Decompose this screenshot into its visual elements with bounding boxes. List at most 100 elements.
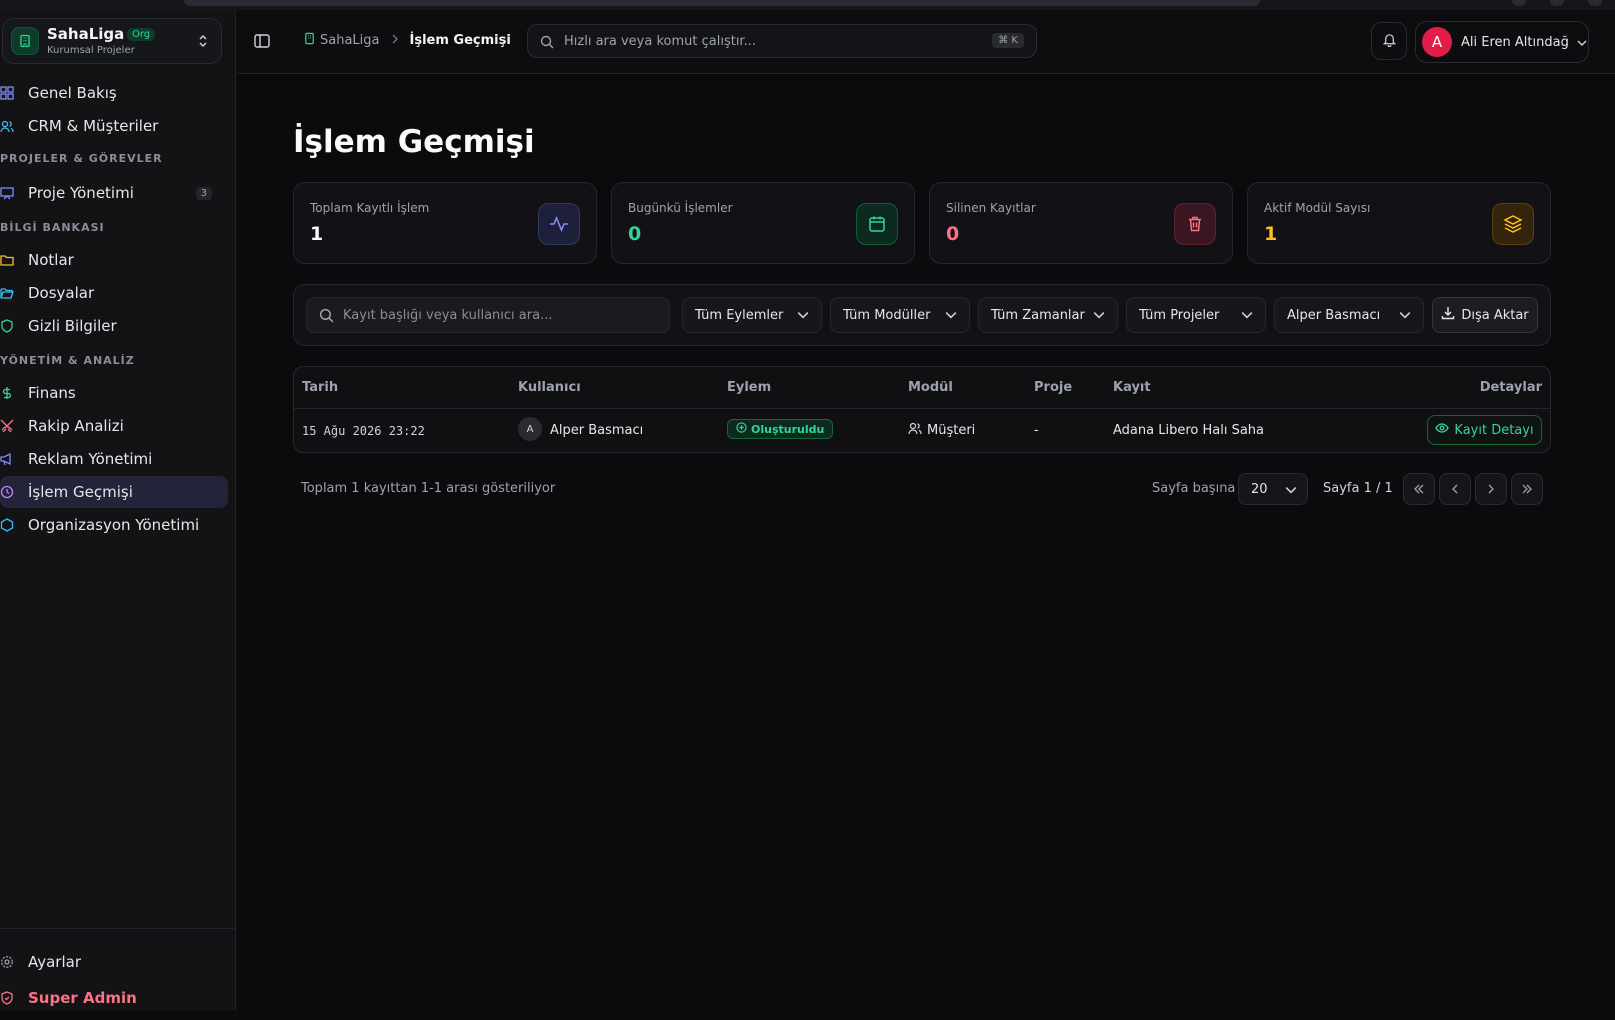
status-badge-label: Oluşturuldu (751, 422, 825, 436)
sidebar-item-notes[interactable]: Notlar (0, 244, 228, 276)
window-control-icon[interactable] (1588, 0, 1602, 6)
select-value: Tüm Eylemler (695, 307, 784, 323)
sidebar-item-label: Proje Yönetimi (28, 184, 134, 202)
stat-value: 1 (310, 223, 324, 245)
chevrons-right-icon (1521, 480, 1533, 499)
eye-icon (1435, 421, 1450, 439)
swords-icon (0, 419, 14, 433)
search-placeholder: Kayıt başlığı veya kullanıcı ara... (343, 308, 553, 323)
sidebar-item-settings[interactable]: Ayarlar (0, 946, 228, 978)
row-module: Müşteri (908, 421, 975, 439)
select-value: 20 (1251, 481, 1268, 497)
column-header[interactable]: Eylem (727, 380, 771, 395)
org-switcher[interactable]: SahaLiga Org Kurumsal Projeler (2, 18, 222, 64)
sidebar-toggle-icon[interactable] (253, 32, 271, 50)
per-page-select[interactable]: 20 (1238, 473, 1308, 505)
window-control-icon[interactable] (1550, 0, 1564, 6)
org-subtitle: Kurumsal Projeler (47, 45, 135, 56)
chevron-down-icon (945, 309, 957, 325)
breadcrumb-current: İşlem Geçmişi (409, 33, 511, 48)
chevron-down-icon (797, 309, 809, 325)
megaphone-icon (0, 452, 14, 466)
last-page-button[interactable] (1511, 473, 1543, 505)
sidebar-item-label: İşlem Geçmişi (28, 483, 133, 501)
top-header: SahaLiga İşlem Geçmişi Hızlı ara veya ko… (237, 10, 1615, 74)
sidebar-item-label: Gizli Bilgiler (28, 317, 117, 335)
table-header: Tarih Kullanıcı Eylem Modül Proje Kayıt … (294, 367, 1550, 409)
shield-check-icon (0, 991, 14, 1005)
divider (0, 928, 236, 929)
stat-value: 1 (1264, 223, 1278, 245)
sidebar-item-label: Rakip Analizi (28, 417, 124, 435)
sidebar-item-ads[interactable]: Reklam Yönetimi (0, 443, 228, 475)
breadcrumb-home[interactable]: SahaLiga (303, 32, 380, 49)
shield-icon (0, 319, 14, 333)
stat-label: Bugünkü İşlemler (628, 201, 733, 215)
nav-section-title: BİLGİ BANKASI (0, 221, 105, 234)
module-filter-select[interactable]: Tüm Modüller (830, 297, 970, 333)
sidebar-item-label: Genel Bakış (28, 84, 117, 102)
sidebar-item-label: Reklam Yönetimi (28, 450, 153, 468)
project-filter-select[interactable]: Tüm Projeler (1126, 297, 1266, 333)
sidebar-item-overview[interactable]: Genel Bakış (0, 77, 228, 109)
record-search-input[interactable]: Kayıt başlığı veya kullanıcı ara... (306, 297, 670, 333)
sidebar-item-organization[interactable]: Organizasyon Yönetimi (0, 509, 228, 541)
user-name: Ali Eren Altındağ (1461, 34, 1569, 50)
per-page-label: Sayfa başına (1152, 481, 1236, 496)
building-icon (11, 27, 39, 55)
row-user: Alper Basmacı (550, 423, 644, 438)
column-header[interactable]: Tarih (302, 380, 338, 395)
column-header[interactable]: Proje (1034, 380, 1072, 395)
page-indicator: Sayfa 1 / 1 (1323, 481, 1393, 496)
browser-top-strip (0, 0, 1615, 10)
sidebar-item-projects[interactable]: Proje Yönetimi 3 (0, 177, 228, 209)
export-button[interactable]: Dışa Aktar (1432, 297, 1538, 333)
sidebar-item-crm[interactable]: CRM & Müşteriler (0, 110, 228, 142)
sidebar-item-label: Super Admin (28, 989, 137, 1007)
folder-icon (0, 253, 14, 267)
sidebar-item-competitors[interactable]: Rakip Analizi (0, 410, 228, 442)
first-page-button[interactable] (1403, 473, 1435, 505)
page-title: İşlem Geçmişi (293, 124, 535, 160)
scroll-indicator (184, 0, 1260, 6)
row-project: - (1034, 423, 1039, 438)
sidebar-item-finance[interactable]: Finans (0, 377, 228, 409)
sidebar-item-files[interactable]: Dosyalar (0, 277, 228, 309)
keyboard-shortcut: ⌘ K (992, 33, 1024, 48)
stat-card-modules: Aktif Modül Sayısı 1 (1247, 182, 1551, 264)
time-filter-select[interactable]: Tüm Zamanlar (978, 297, 1118, 333)
stat-value: 0 (946, 223, 960, 245)
previous-page-button[interactable] (1439, 473, 1471, 505)
sidebar-item-super-admin[interactable]: Super Admin (0, 982, 228, 1014)
trash-icon (1174, 203, 1216, 245)
chevrons-up-down-icon (197, 33, 209, 53)
sidebar-item-label: Ayarlar (28, 953, 82, 971)
users-icon (908, 421, 922, 439)
column-header[interactable]: Kayıt (1113, 380, 1151, 395)
next-page-button[interactable] (1475, 473, 1507, 505)
select-value: Alper Basmacı (1287, 307, 1381, 323)
global-search-input[interactable]: Hızlı ara veya komut çalıştır... ⌘ K (527, 24, 1037, 58)
row-record: Adana Libero Halı Saha (1113, 423, 1264, 438)
column-header[interactable]: Modül (908, 380, 953, 395)
dashboard-icon (0, 86, 14, 100)
download-icon (1441, 306, 1455, 324)
sidebar-item-secrets[interactable]: Gizli Bilgiler (0, 310, 228, 342)
window-control-icon[interactable] (1512, 0, 1526, 6)
record-detail-button[interactable]: Kayıt Detayı (1427, 415, 1542, 445)
column-header[interactable]: Kullanıcı (518, 380, 581, 395)
gear-icon (0, 955, 14, 969)
export-label: Dışa Aktar (1461, 307, 1529, 323)
sidebar-item-label: CRM & Müşteriler (28, 117, 159, 135)
notifications-button[interactable] (1371, 22, 1407, 60)
user-filter-select[interactable]: Alper Basmacı (1274, 297, 1424, 333)
status-badge: Oluşturuldu (727, 419, 834, 439)
action-filter-select[interactable]: Tüm Eylemler (682, 297, 822, 333)
history-icon (0, 485, 14, 499)
search-icon (540, 34, 554, 53)
building-icon (303, 32, 316, 49)
filter-bar: Kayıt başlığı veya kullanıcı ara... Tüm … (293, 284, 1551, 346)
sidebar-item-label: Finans (28, 384, 76, 402)
user-menu-button[interactable]: A Ali Eren Altındağ (1415, 21, 1589, 63)
sidebar-item-history[interactable]: İşlem Geçmişi (0, 476, 228, 508)
